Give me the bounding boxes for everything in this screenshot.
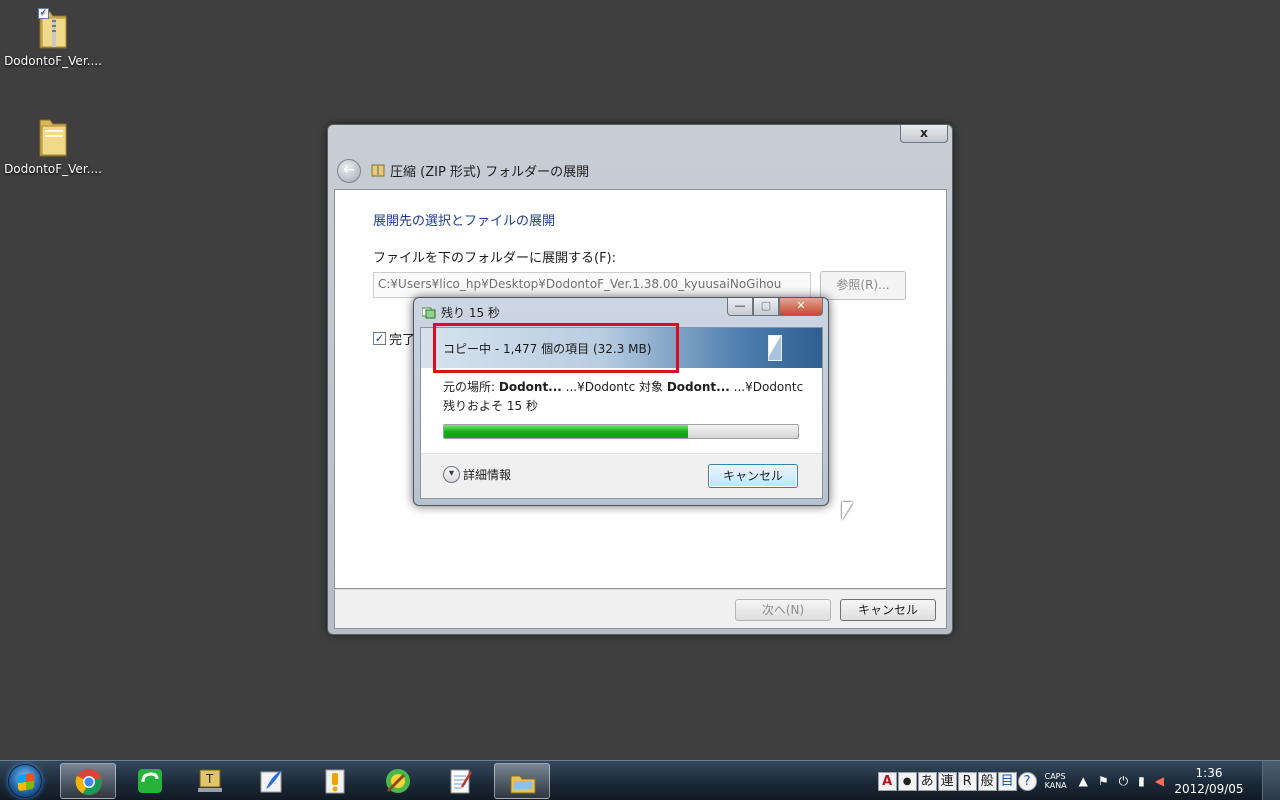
maximize-button[interactable]: ▢ <box>753 298 779 316</box>
destination-path-input[interactable]: C:¥Users¥lico_hp¥Desktop¥DodontoF_Ver.1.… <box>373 272 811 298</box>
desktop-icon-label: DodontoF_Ver.... <box>4 162 102 176</box>
exclamation-doc-icon <box>325 769 345 794</box>
desktop-icon-label: DodontoF_Ver.... <box>4 54 102 68</box>
taskbar-app-editor[interactable]: T <box>182 763 238 799</box>
volume-muted-icon[interactable]: ◀ <box>1155 774 1164 788</box>
taskbar-app-paint[interactable] <box>370 763 426 799</box>
clock-date: 2012/09/05 <box>1174 782 1244 796</box>
to-name[interactable]: Dodont... <box>667 380 730 394</box>
wizard-cancel-button[interactable]: キャンセル <box>840 599 936 621</box>
copy-title: 残り 15 秒 <box>441 306 500 320</box>
text-editor-icon: T <box>198 769 222 792</box>
show-files-option[interactable]: ✓ 完了 <box>373 329 415 348</box>
caps-label: CAPS <box>1044 772 1066 781</box>
wizard-title-row: 圧縮 (ZIP 形式) フォルダーの展開 <box>371 161 590 180</box>
show-hidden-icons-icon[interactable]: ▲ <box>1079 774 1088 788</box>
from-path: ...¥Dodontc <box>561 380 636 394</box>
wizard-title: 圧縮 (ZIP 形式) フォルダーの展開 <box>390 164 590 180</box>
ime-help-icon[interactable]: ? <box>1017 771 1037 791</box>
ime-hiragana-icon[interactable]: あ <box>917 771 937 791</box>
to-path: ...¥Dodontc <box>729 380 804 394</box>
more-details-toggle[interactable]: ▾ 詳細情報 <box>443 466 511 483</box>
copy-progress-bar <box>443 424 799 439</box>
copy-close-button[interactable]: ✕ <box>779 298 823 316</box>
taskbar-app-chrome[interactable] <box>60 763 116 799</box>
document-icon <box>768 335 782 361</box>
show-files-label: 完了 <box>389 333 416 348</box>
show-files-checkbox[interactable]: ✓ <box>373 332 386 345</box>
line-app-icon <box>138 769 162 793</box>
mouse-pointer-icon <box>842 502 853 520</box>
kana-label: KANA <box>1044 781 1067 790</box>
taskbar-app-explorer[interactable] <box>494 763 550 799</box>
copy-dialog-body: コピー中 - 1,477 個の項目 (32.3 MB) 元の場所: Dodont… <box>420 323 823 499</box>
chrome-icon <box>75 769 102 795</box>
taskbar-app-line[interactable] <box>122 763 178 799</box>
wizard-footer: 次へ(N) キャンセル <box>334 589 947 629</box>
chevron-down-icon[interactable]: ▾ <box>443 466 460 483</box>
feather-pen-icon <box>260 770 282 793</box>
copy-progress-dialog: 残り 15 秒 — ▢ ✕ コピー中 - 1,477 個の項目 (32.3 MB… <box>413 297 829 506</box>
destination-label: ファイルを下のフォルダーに展開する(F): <box>373 251 617 266</box>
ime-r-icon[interactable]: R <box>957 771 977 791</box>
windows-logo-icon <box>18 772 34 792</box>
checkbox-overlay-icon: ✓ <box>38 8 49 19</box>
copy-source-target-line: 元の場所: Dodont... ...¥Dodontc 対象 Dodont...… <box>443 378 803 395</box>
svg-text:T: T <box>205 772 214 786</box>
wizard-close-button[interactable]: x <box>900 125 948 143</box>
ime-mode-icon[interactable]: ● <box>897 771 917 791</box>
action-center-flag-icon[interactable]: ⚑ <box>1098 774 1109 788</box>
from-name[interactable]: Dodont... <box>499 380 562 394</box>
next-button[interactable]: 次へ(N) <box>735 599 831 621</box>
ime-adobe-icon[interactable]: A <box>877 771 897 791</box>
start-button[interactable] <box>8 764 42 798</box>
copy-files-icon <box>421 306 436 319</box>
desktop-icon-folder[interactable]: DodontoF_Ver.... <box>3 116 103 176</box>
copy-progress-fill <box>444 425 689 438</box>
copy-cancel-button[interactable]: キャンセル <box>708 464 798 488</box>
time-remaining: 残りおよそ 15 秒 <box>443 399 538 413</box>
taskbar-app-notepad[interactable] <box>432 763 488 799</box>
zip-folder-icon: ✓ <box>36 8 70 50</box>
explorer-folder-icon <box>510 775 536 794</box>
wizard-heading: 展開先の選択とファイルの展開 <box>373 214 556 229</box>
ime-conversion-icon[interactable]: 連 <box>937 771 957 791</box>
copy-status-text: コピー中 - 1,477 個の項目 (32.3 MB) <box>443 342 652 356</box>
taskbar: T A ● あ 連 R 般 目 ? CAPS KANA ▲ ⚑ ⏻ ▮ ◀ 1:… <box>0 760 1280 800</box>
copy-window-buttons: — ▢ ✕ <box>727 298 823 316</box>
taskbar-app-alert[interactable] <box>307 763 363 799</box>
copy-detail-bar: ▾ 詳細情報 キャンセル <box>421 453 822 498</box>
caps-kana-indicator: CAPS KANA <box>1045 772 1067 790</box>
paint-circle-icon <box>386 769 410 793</box>
taskbar-clock[interactable]: 1:36 2012/09/05 <box>1174 765 1244 797</box>
power-plug-icon[interactable]: ⏻ <box>1119 774 1129 789</box>
clock-time: 1:36 <box>1195 766 1223 780</box>
ime-general-icon[interactable]: 般 <box>977 771 997 791</box>
ime-language-bar: A ● あ 連 R 般 目 ? <box>877 771 1037 791</box>
desktop-icon-zip-folder[interactable]: ✓ DodontoF_Ver.... <box>3 8 103 68</box>
folder-icon <box>36 116 70 158</box>
browse-button[interactable]: 参照(R)... <box>820 271 906 300</box>
network-signal-icon[interactable]: ▮ <box>1138 774 1145 788</box>
system-tray: A ● あ 連 R 般 目 ? CAPS KANA ▲ ⚑ ⏻ ▮ ◀ 1:36… <box>877 761 1280 800</box>
notepad-icon <box>450 769 473 794</box>
copy-status-banner: コピー中 - 1,477 個の項目 (32.3 MB) <box>421 328 822 368</box>
ime-pad-icon[interactable]: 目 <box>997 771 1017 791</box>
to-label: 対象 <box>635 380 667 394</box>
minimize-button[interactable]: — <box>727 298 753 316</box>
zip-folder-icon <box>371 163 385 177</box>
back-arrow-icon[interactable]: ← <box>337 159 361 183</box>
copy-title-row: 残り 15 秒 <box>421 304 500 321</box>
more-details-label: 詳細情報 <box>463 468 512 482</box>
taskbar-app-feather[interactable] <box>244 763 300 799</box>
show-desktop-button[interactable] <box>1262 761 1280 800</box>
from-label: 元の場所: <box>443 380 499 394</box>
